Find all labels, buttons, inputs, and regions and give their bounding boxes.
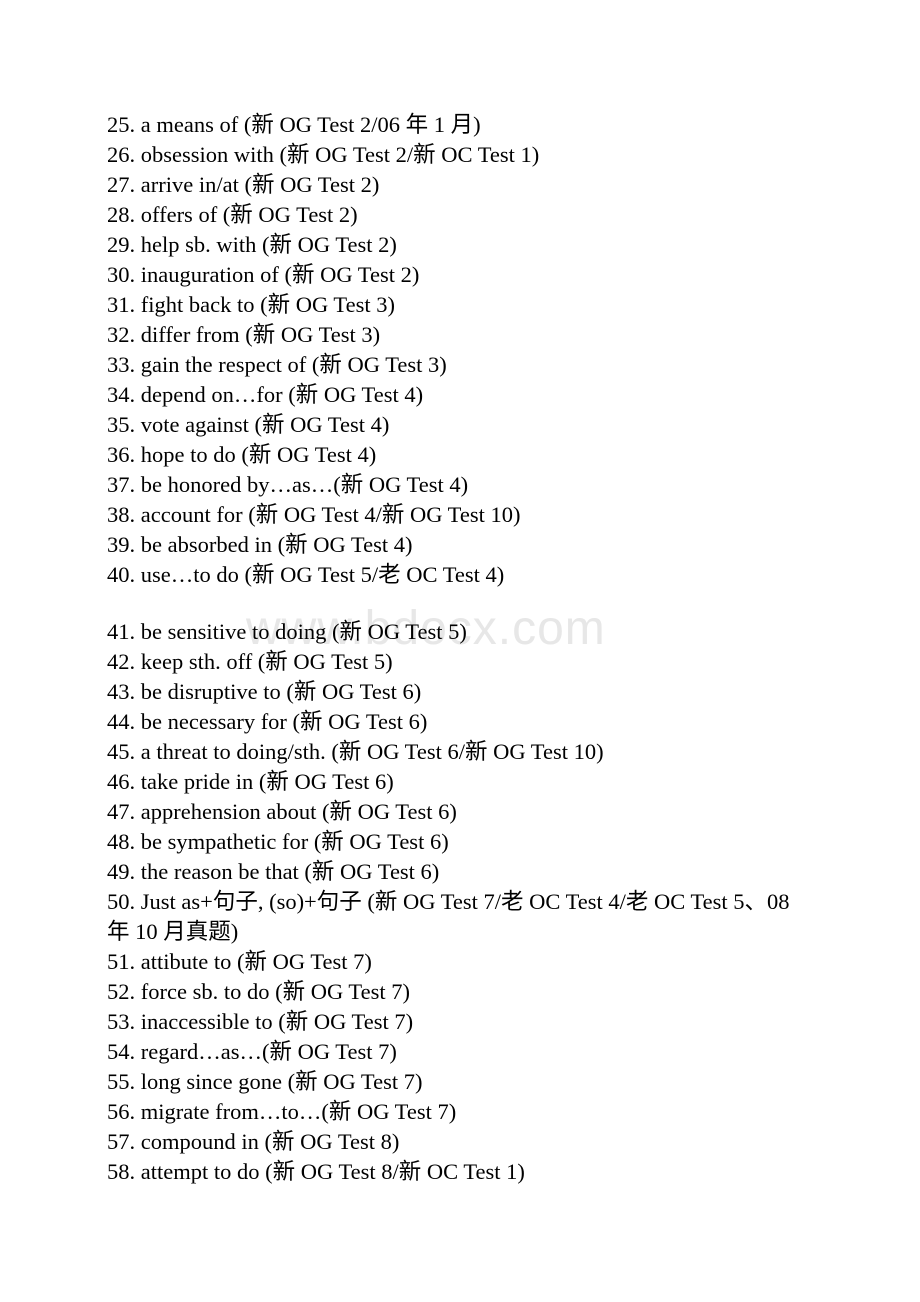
phrase-entry-list: 25. a means of (新 OG Test 2/06 年 1 月) 26.… [107, 110, 807, 1187]
list-item: 47. apprehension about (新 OG Test 6) [107, 799, 457, 824]
document-page: 25. a means of (新 OG Test 2/06 年 1 月) 26.… [0, 0, 920, 1302]
list-item: 33. gain the respect of (新 OG Test 3) [107, 352, 447, 377]
list-item: 57. compound in (新 OG Test 8) [107, 1129, 400, 1154]
list-item: 32. differ from (新 OG Test 3) [107, 322, 381, 347]
list-item: 25. a means of (新 OG Test 2/06 年 1 月) [107, 112, 481, 137]
list-item: 52. force sb. to do (新 OG Test 7) [107, 979, 410, 1004]
list-item: 58. attempt to do (新 OG Test 8/新 OC Test… [107, 1159, 525, 1184]
list-item: 41. be sensitive to doing (新 OG Test 5) [107, 619, 467, 644]
list-item: 31. fight back to (新 OG Test 3) [107, 292, 395, 317]
list-item: 29. help sb. with (新 OG Test 2) [107, 232, 397, 257]
list-item: 30. inauguration of (新 OG Test 2) [107, 262, 420, 287]
list-item: 48. be sympathetic for (新 OG Test 6) [107, 829, 449, 854]
list-item: 27. arrive in/at (新 OG Test 2) [107, 172, 380, 197]
list-item: 54. regard…as…(新 OG Test 7) [107, 1039, 397, 1064]
list-item: 35. vote against (新 OG Test 4) [107, 412, 390, 437]
list-item: 36. hope to do (新 OG Test 4) [107, 442, 377, 467]
list-item: 53. inaccessible to (新 OG Test 7) [107, 1009, 414, 1034]
list-item: 39. be absorbed in (新 OG Test 4) [107, 532, 413, 557]
list-item: 34. depend on…for (新 OG Test 4) [107, 382, 424, 407]
list-item: 56. migrate from…to…(新 OG Test 7) [107, 1099, 457, 1124]
list-item: 46. take pride in (新 OG Test 6) [107, 769, 394, 794]
list-item: 26. obsession with (新 OG Test 2/新 OC Tes… [107, 142, 540, 167]
list-item: 55. long since gone (新 OG Test 7) [107, 1069, 423, 1094]
list-item: 51. attibute to (新 OG Test 7) [107, 949, 372, 974]
list-item: 50. Just as+句子, (so)+句子 (新 OG Test 7/老 O… [107, 889, 790, 944]
list-item: 42. keep sth. off (新 OG Test 5) [107, 649, 393, 674]
list-item: 44. be necessary for (新 OG Test 6) [107, 709, 428, 734]
list-item: 37. be honored by…as…(新 OG Test 4) [107, 472, 469, 497]
list-item: 28. offers of (新 OG Test 2) [107, 202, 358, 227]
list-item: 43. be disruptive to (新 OG Test 6) [107, 679, 422, 704]
list-item: 49. the reason be that (新 OG Test 6) [107, 859, 440, 884]
list-item: 45. a threat to doing/sth. (新 OG Test 6/… [107, 739, 604, 764]
list-item: 40. use…to do (新 OG Test 5/老 OC Test 4) [107, 562, 505, 587]
list-item: 38. account for (新 OG Test 4/新 OG Test 1… [107, 502, 521, 527]
